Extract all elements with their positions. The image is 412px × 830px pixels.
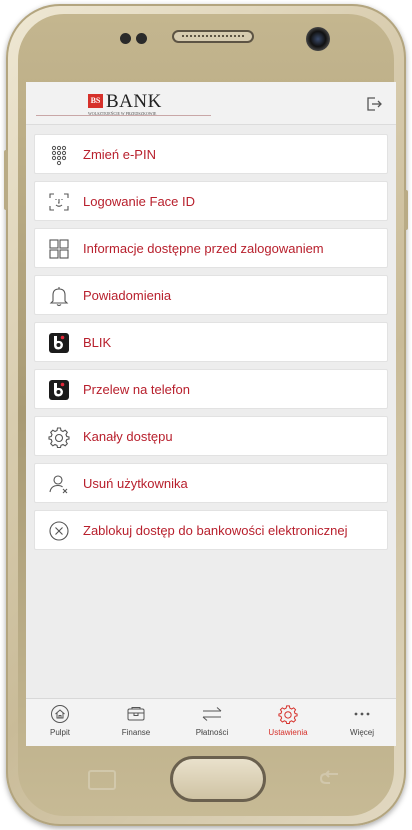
- close-circle-icon: [47, 519, 71, 543]
- bank-logo: BS BANK WOLSZTEJEŃCIE W PRZEDSZKOWIE: [88, 91, 208, 116]
- bottom-tab-bar: Pulpit Finanse Płatności Ustawienia Więc…: [26, 698, 396, 746]
- logo-badge: BS: [88, 94, 103, 108]
- menu-item-label: Zablokuj dostęp do bankowości elektronic…: [83, 523, 348, 538]
- menu-item-label: Zmień e-PIN: [83, 147, 156, 162]
- menu-item-block-access[interactable]: Zablokuj dostęp do bankowości elektronic…: [34, 510, 388, 550]
- side-key-left: [4, 150, 8, 210]
- blik-phone-icon: [47, 378, 71, 402]
- tab-label: Więcej: [349, 728, 374, 737]
- grid-icon: [47, 237, 71, 261]
- transfer-icon: [182, 703, 242, 725]
- tab-pulpit[interactable]: Pulpit: [30, 703, 90, 743]
- menu-item-blik[interactable]: BLIK: [34, 322, 388, 362]
- tab-wiecej[interactable]: Więcej: [332, 703, 392, 743]
- menu-item-label: BLIK: [83, 335, 112, 350]
- menu-item-remove-user[interactable]: Usuń użytkownika: [34, 463, 388, 503]
- blik-icon: [47, 331, 71, 355]
- gear-icon: [47, 425, 71, 449]
- menu-item-label: Logowanie Face ID: [83, 194, 196, 209]
- more-icon: [332, 703, 392, 725]
- tab-ustawienia[interactable]: Ustawienia: [258, 703, 318, 743]
- menu-item-access-channels[interactable]: Kanały dostępu: [34, 416, 388, 456]
- logo-name: BANK: [106, 91, 162, 112]
- menu-item-label: Informacje dostępne przed zalogowaniem: [83, 241, 324, 256]
- menu-item-phone-transfer[interactable]: Przelew na telefon: [34, 369, 388, 409]
- back-key[interactable]: [318, 770, 342, 786]
- menu-item-label: Usuń użytkownika: [83, 476, 188, 491]
- tab-label: Finanse: [121, 728, 151, 737]
- tab-finanse[interactable]: Finanse: [106, 703, 166, 743]
- gear-icon: [258, 703, 318, 725]
- home-icon: [30, 703, 90, 725]
- app-header: BS BANK WOLSZTEJEŃCIE W PRZEDSZKOWIE: [26, 82, 396, 125]
- menu-item-pre-login-info[interactable]: Informacje dostępne przed zalogowaniem: [34, 228, 388, 268]
- keypad-icon: [47, 143, 71, 167]
- menu-item-change-pin[interactable]: Zmień e-PIN: [34, 134, 388, 174]
- tab-label: Płatności: [195, 728, 229, 737]
- face-id-icon: [47, 190, 71, 214]
- menu-item-label: Przelew na telefon: [83, 382, 190, 397]
- tab-label: Pulpit: [49, 728, 70, 737]
- header-divider: [36, 115, 211, 116]
- sensor-dot: [120, 33, 131, 44]
- logout-icon[interactable]: [364, 94, 384, 114]
- tab-platnosci[interactable]: Płatności: [182, 703, 242, 743]
- tab-label: Ustawienia: [268, 728, 308, 737]
- bell-icon: [47, 284, 71, 308]
- earpiece-speaker: [172, 30, 254, 43]
- sensor-dot: [136, 33, 147, 44]
- settings-menu: Zmień e-PIN Logowanie Face ID Informacje…: [34, 134, 388, 557]
- menu-item-notifications[interactable]: Powiadomienia: [34, 275, 388, 315]
- recent-apps-key[interactable]: [88, 770, 116, 790]
- app-screen: BS BANK WOLSZTEJEŃCIE W PRZEDSZKOWIE Zmi…: [26, 82, 396, 746]
- menu-item-face-id[interactable]: Logowanie Face ID: [34, 181, 388, 221]
- menu-item-label: Kanały dostępu: [83, 429, 173, 444]
- side-key-right: [404, 190, 408, 230]
- user-remove-icon: [47, 472, 71, 496]
- wallet-icon: [106, 703, 166, 725]
- home-button[interactable]: [170, 756, 266, 802]
- front-camera: [306, 27, 330, 51]
- menu-item-label: Powiadomienia: [83, 288, 172, 303]
